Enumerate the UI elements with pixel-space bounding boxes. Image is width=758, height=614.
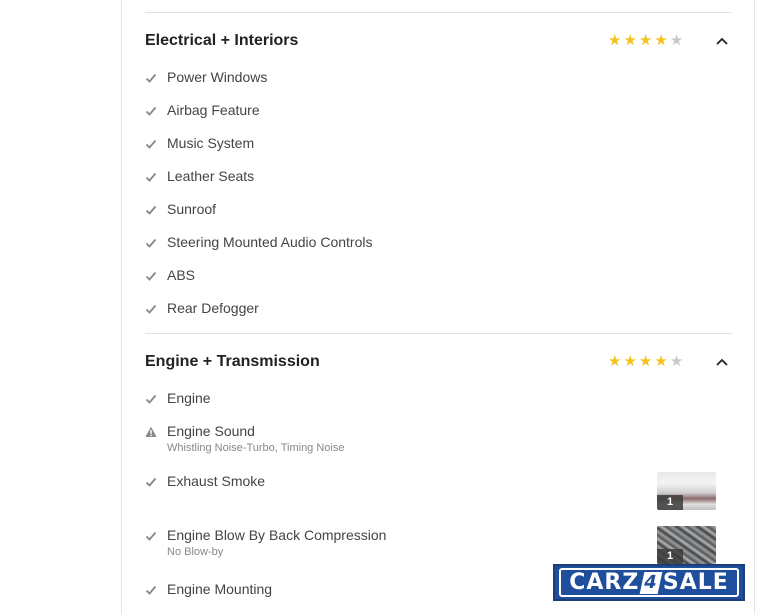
item-label: ABS — [167, 267, 196, 283]
star-icon: ★ — [608, 32, 622, 49]
list-item: ABS — [145, 267, 725, 287]
check-icon — [145, 238, 157, 248]
chevron-up-icon[interactable] — [714, 33, 730, 49]
warning-icon — [145, 426, 157, 437]
star-icon: ★ — [669, 32, 684, 49]
star-icon: ★ — [623, 353, 637, 370]
item-label: Airbag Feature — [167, 102, 260, 118]
check-icon — [145, 304, 157, 314]
item-note: No Blow-by — [167, 546, 224, 558]
item-label: Engine Mounting — [167, 581, 273, 597]
check-icon — [145, 585, 157, 595]
item-label: Engine — [167, 390, 211, 406]
carz4sale-logo[interactable]: CARZ 4 SALE — [553, 564, 745, 601]
list-item: Steering Mounted Audio Controls — [145, 234, 725, 254]
star-icon: ★ — [654, 353, 668, 370]
check-icon — [145, 106, 157, 116]
list-item: Engine Sound Whistling Noise-Turbo, Timi… — [145, 423, 725, 459]
exhaust-photo-thumbnail[interactable]: 1 — [657, 472, 716, 510]
section-divider — [145, 12, 732, 13]
item-label: Music System — [167, 135, 255, 151]
list-item: Leather Seats — [145, 168, 725, 188]
check-icon — [145, 172, 157, 182]
list-item: Sunroof — [145, 201, 725, 221]
star-icon: ★ — [608, 353, 622, 370]
item-label: Leather Seats — [167, 168, 255, 184]
star-icon: ★ — [669, 353, 684, 370]
item-label: Rear Defogger — [167, 300, 259, 316]
engine-photo-thumbnail[interactable]: 1 — [657, 526, 716, 564]
list-item: Music System — [145, 135, 725, 155]
item-label: Sunroof — [167, 201, 217, 217]
star-icon: ★ — [654, 32, 668, 49]
list-item: Engine Blow By Back Compression No Blow-… — [145, 527, 725, 563]
logo-text: CARZ 4 SALE — [559, 568, 739, 597]
star-icon: ★ — [638, 32, 653, 49]
chevron-up-icon[interactable] — [714, 354, 730, 370]
list-item: Power Windows — [145, 69, 725, 89]
check-icon — [145, 139, 157, 149]
section-title-engine: Engine + Transmission — [145, 353, 320, 370]
photo-count-badge: 1 — [657, 549, 683, 564]
item-label: Engine Sound — [167, 423, 255, 439]
check-icon — [145, 394, 157, 404]
star-icon: ★ — [638, 353, 653, 370]
logo-part-carz: CARZ — [569, 570, 640, 595]
list-item: Exhaust Smoke — [145, 473, 725, 493]
section-divider — [145, 333, 732, 334]
check-icon — [145, 477, 157, 487]
list-item: Rear Defogger — [145, 300, 725, 320]
item-label: Power Windows — [167, 69, 268, 85]
check-icon — [145, 531, 157, 541]
inspection-card: Electrical + Interiors ★ ★ ★ ★ ★ Power W… — [121, 0, 755, 614]
item-label: Exhaust Smoke — [167, 473, 266, 489]
section-title-electrical: Electrical + Interiors — [145, 32, 299, 49]
list-item: Airbag Feature — [145, 102, 725, 122]
check-icon — [145, 73, 157, 83]
check-icon — [145, 271, 157, 281]
section-rating-electrical: ★ ★ ★ ★ ★ — [608, 33, 683, 48]
photo-count-badge: 1 — [657, 495, 683, 510]
check-icon — [145, 205, 157, 215]
list-item: Engine — [145, 390, 725, 410]
logo-part-4: 4 — [639, 571, 663, 594]
section-rating-engine: ★ ★ ★ ★ ★ — [608, 354, 683, 369]
item-note: Whistling Noise-Turbo, Timing Noise — [167, 442, 345, 454]
logo-part-sale: SALE — [662, 570, 729, 595]
item-label: Steering Mounted Audio Controls — [167, 234, 373, 250]
star-icon: ★ — [623, 32, 637, 49]
item-label: Engine Blow By Back Compression — [167, 527, 387, 543]
